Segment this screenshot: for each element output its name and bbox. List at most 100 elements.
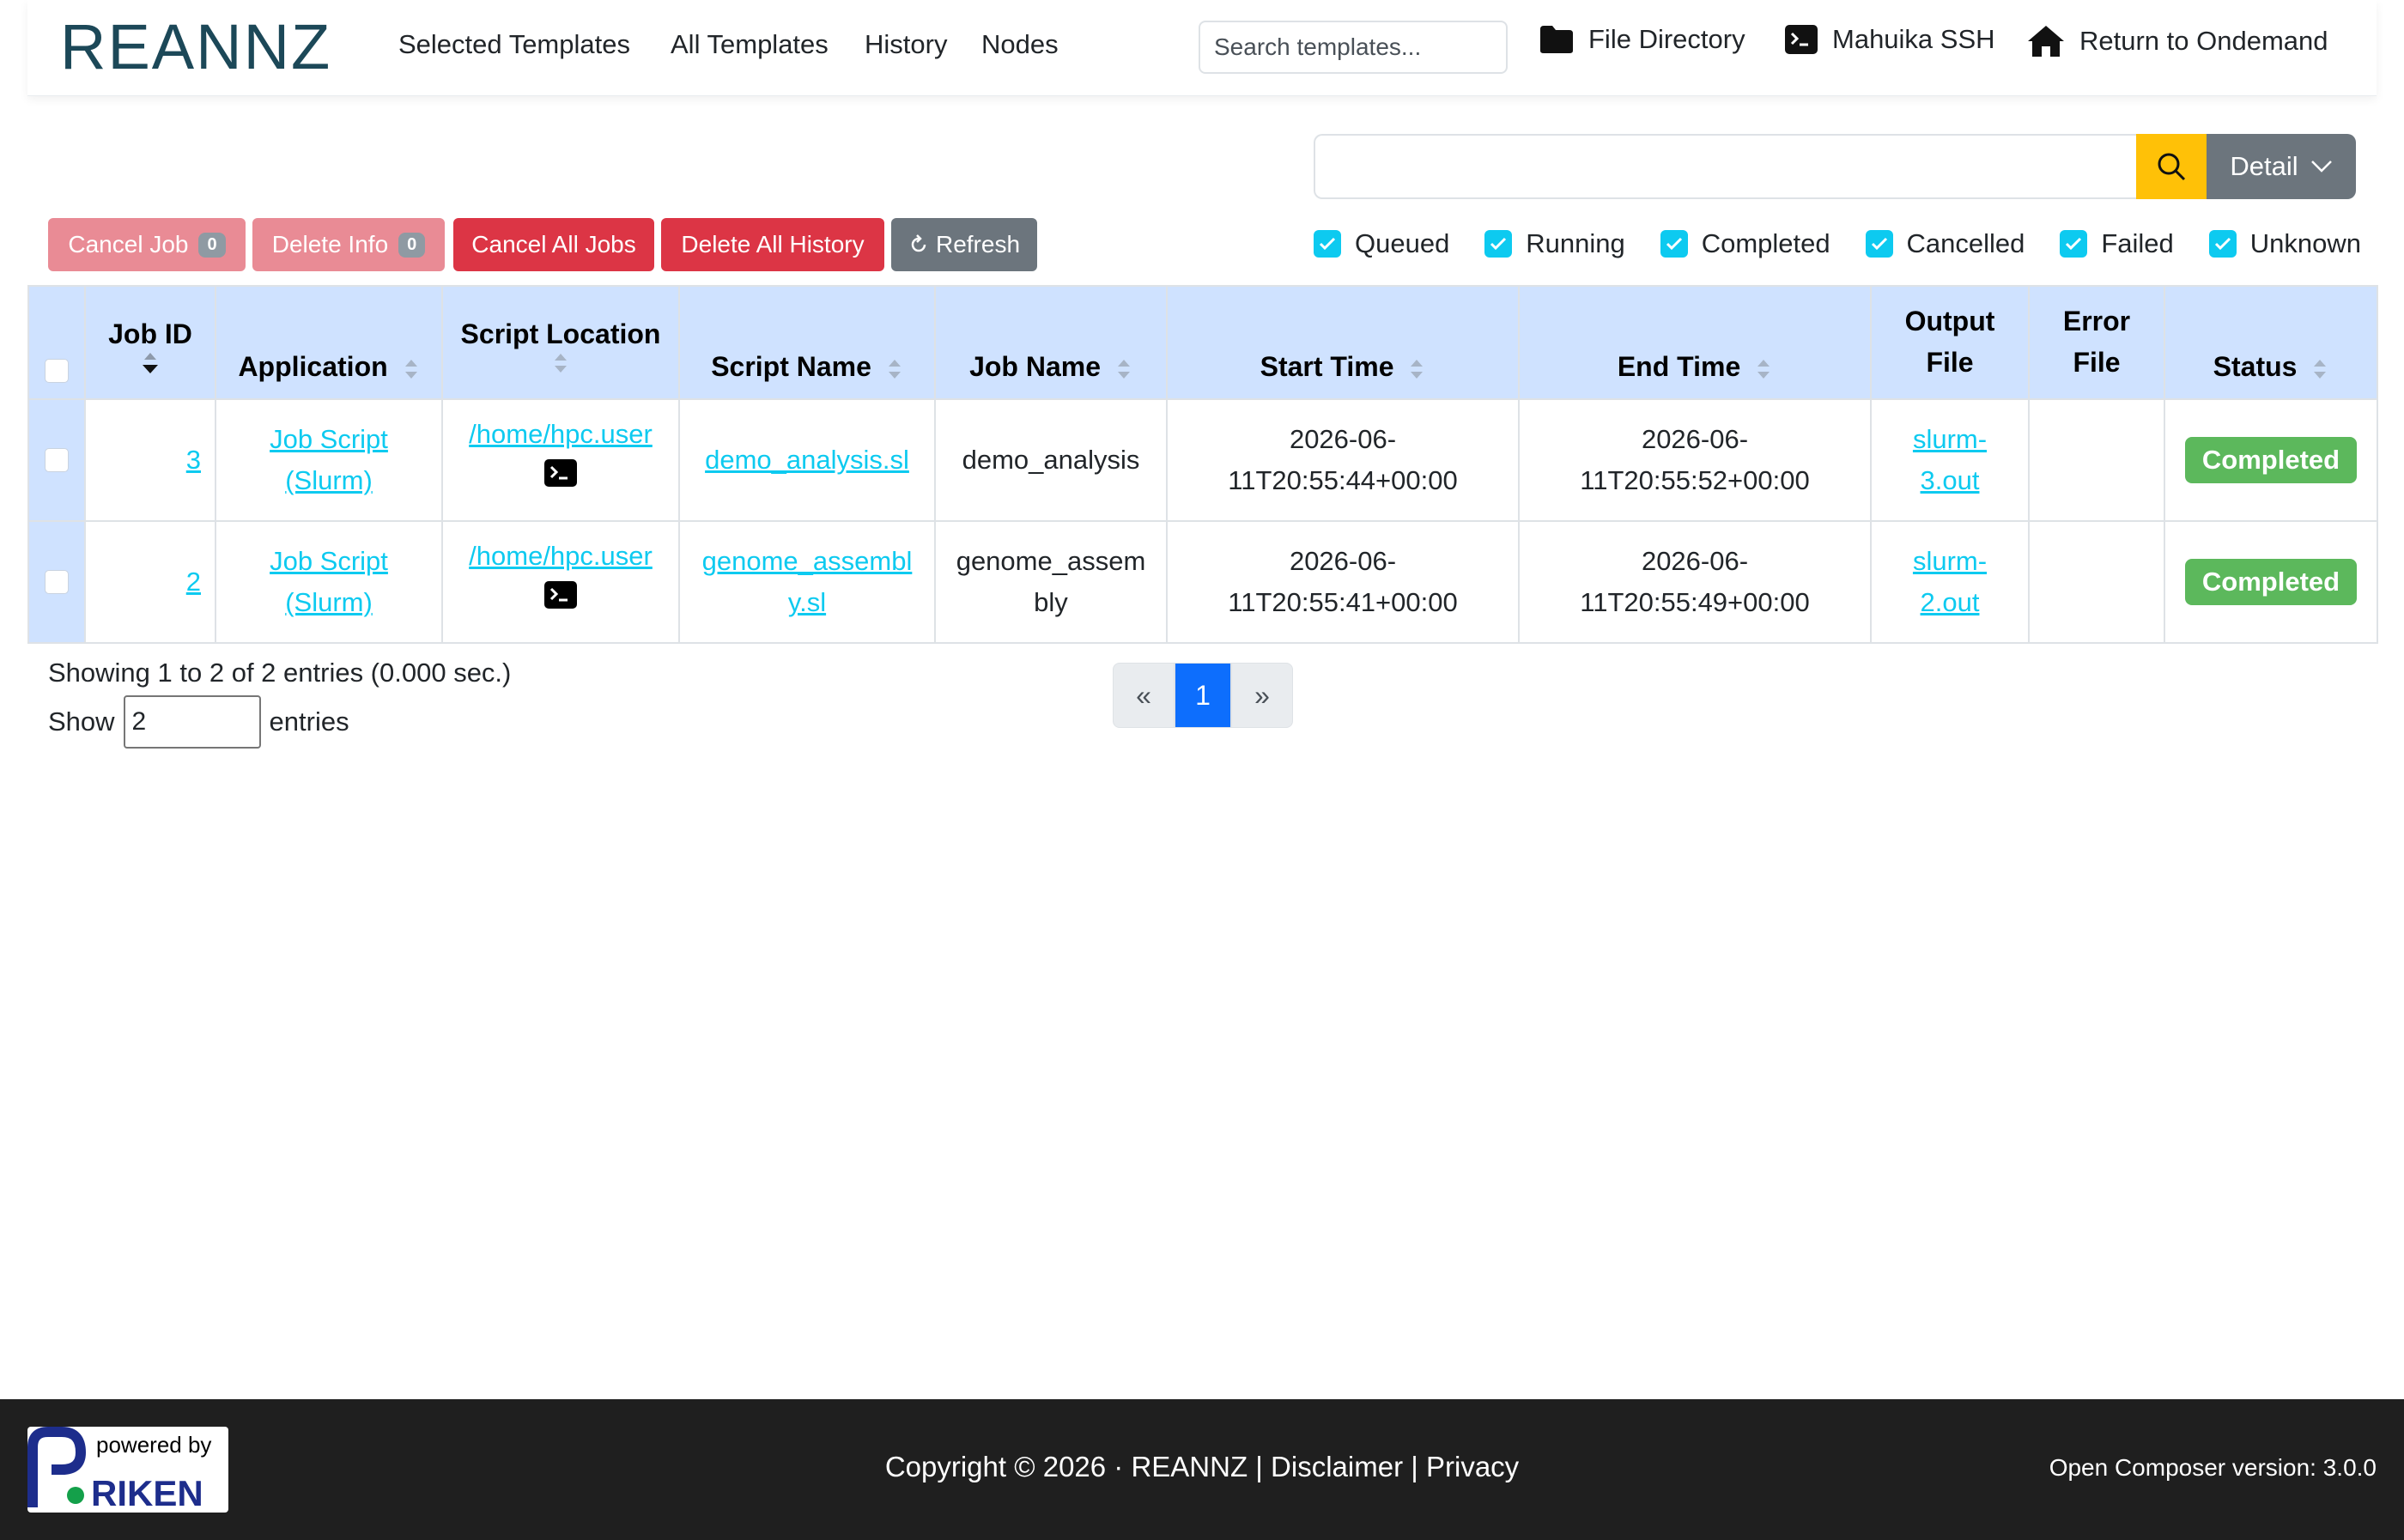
sort-icon <box>1117 359 1130 379</box>
end-time-line1: 2026-06- <box>1641 424 1749 454</box>
cancel-all-jobs-button[interactable]: Cancel All Jobs <box>453 218 654 271</box>
script-name-link[interactable]: demo_analysis.sl <box>705 445 909 475</box>
check-icon <box>1319 237 1336 251</box>
return-ondemand-link[interactable]: Return to Ondemand <box>2026 24 2328 58</box>
end-time-line2: 11T20:55:49+00:00 <box>1580 587 1810 617</box>
check-icon <box>1871 237 1887 251</box>
filter-completed-label: Completed <box>1701 228 1830 258</box>
sort-icon <box>555 354 567 373</box>
check-icon <box>2066 237 2082 251</box>
cancel-job-button[interactable]: Cancel Job 0 <box>48 218 246 271</box>
filter-cancelled[interactable]: Cancelled <box>1865 228 2025 259</box>
header-job-name[interactable]: Job Name <box>934 285 1168 400</box>
refresh-button[interactable]: Refresh <box>891 218 1037 271</box>
delete-info-button[interactable]: Delete Info 0 <box>252 218 445 271</box>
terminal-icon[interactable] <box>543 458 578 488</box>
filter-failed[interactable]: Failed <box>2060 228 2174 259</box>
reannz-logo[interactable]: REANNZ <box>60 15 369 81</box>
output-file-line2: 3.out <box>1920 465 1980 495</box>
copyright-text: Copyright © 2026 · REANNZ | Disclaimer |… <box>0 1451 2404 1483</box>
job-name-line2: bly <box>1034 587 1068 617</box>
header-output-file-line1: Output <box>1904 306 1995 336</box>
cancel-all-jobs-label: Cancel All Jobs <box>471 231 636 258</box>
header-status[interactable]: Status <box>2164 285 2378 400</box>
row-checkbox[interactable] <box>45 448 69 472</box>
privacy-link[interactable]: Privacy <box>1426 1451 1519 1482</box>
start-time-cell: 2026-06- 11T20:55:41+00:00 <box>1166 520 1520 644</box>
delete-all-history-label: Delete All History <box>681 231 865 258</box>
table-row[interactable]: 3 Job Script (Slurm) /home/hpc.user demo_… <box>27 398 2378 522</box>
nav-selected-templates[interactable]: Selected Templates <box>398 29 630 60</box>
file-directory-label: File Directory <box>1588 24 1745 54</box>
sort-icon <box>2314 359 2327 379</box>
filter-queued-label: Queued <box>1355 228 1450 258</box>
sort-icon <box>404 359 417 379</box>
script-location-link[interactable]: /home/hpc.user <box>469 541 653 571</box>
table-row[interactable]: 2 Job Script (Slurm) /home/hpc.user genom… <box>27 520 2378 644</box>
entries-label: entries <box>269 706 349 737</box>
job-name-cell: genome_assem bly <box>934 520 1168 644</box>
detail-label: Detail <box>2230 151 2298 181</box>
header-application[interactable]: Application <box>215 285 443 400</box>
file-directory-link[interactable]: File Directory <box>1539 24 1745 55</box>
disclaimer-link[interactable]: Disclaimer <box>1271 1451 1403 1482</box>
filter-unknown[interactable]: Unknown <box>2208 228 2361 259</box>
checkbox-unknown[interactable] <box>2208 230 2237 258</box>
checkbox-queued[interactable] <box>1314 230 1341 258</box>
end-time-cell: 2026-06- 11T20:55:52+00:00 <box>1518 398 1872 522</box>
page-length-control: Show entries <box>48 695 349 749</box>
application-link[interactable]: Job Script (Slurm) <box>270 424 388 495</box>
filter-running[interactable]: Running <box>1484 228 1625 259</box>
history-filter-input[interactable] <box>1314 134 2138 199</box>
prev-page-button[interactable]: « <box>1113 663 1175 728</box>
ssh-label: Mahuika SSH <box>1832 24 1995 54</box>
terminal-icon[interactable] <box>543 580 578 609</box>
script-name-link[interactable]: genome_assembl y.sl <box>702 546 913 617</box>
header-start-time[interactable]: Start Time <box>1166 285 1520 400</box>
row-select-cell <box>27 520 86 644</box>
cancel-job-label: Cancel Job <box>68 231 189 258</box>
output-file-link[interactable]: slurm- 2.out <box>1913 546 1987 617</box>
application-cell: Job Script (Slurm) <box>215 398 443 522</box>
job-id-link[interactable]: 2 <box>186 567 201 597</box>
next-page-button[interactable]: » <box>1231 663 1293 728</box>
header-script-name-label: Script Name <box>711 351 871 382</box>
select-all-checkbox[interactable] <box>45 359 69 383</box>
filter-queued[interactable]: Queued <box>1314 228 1449 259</box>
svg-text:REANNZ: REANNZ <box>60 15 331 81</box>
separator: | <box>1411 1451 1418 1482</box>
start-time-line2: 11T20:55:41+00:00 <box>1228 587 1458 617</box>
header-job-id-label: Job ID <box>108 318 192 349</box>
output-file-line2: 2.out <box>1920 587 1980 617</box>
nav-all-templates[interactable]: All Templates <box>671 29 829 60</box>
application-link[interactable]: Job Script (Slurm) <box>270 546 388 617</box>
footer: powered by RIKEN Copyright © 2026 · REAN… <box>0 1399 2404 1540</box>
filter-completed[interactable]: Completed <box>1660 228 1830 259</box>
job-id-link[interactable]: 3 <box>186 445 201 475</box>
row-checkbox[interactable] <box>45 570 69 594</box>
nav-nodes[interactable]: Nodes <box>981 29 1059 60</box>
detail-dropdown-button[interactable]: Detail <box>2207 134 2356 199</box>
status-badge: Completed <box>2184 437 2358 483</box>
search-button[interactable] <box>2136 134 2207 199</box>
nav-history[interactable]: History <box>865 29 947 60</box>
delete-all-history-button[interactable]: Delete All History <box>661 218 884 271</box>
check-icon <box>1666 237 1682 251</box>
template-search-input[interactable] <box>1199 21 1508 74</box>
ssh-link[interactable]: Mahuika SSH <box>1784 24 1995 55</box>
checkbox-completed[interactable] <box>1660 230 1688 258</box>
job-id-cell: 3 <box>84 398 216 522</box>
checkbox-failed[interactable] <box>2060 230 2088 258</box>
status-cell: Completed <box>2164 398 2378 522</box>
checkbox-cancelled[interactable] <box>1865 230 1893 258</box>
header-script-location[interactable]: Script Location <box>441 285 680 400</box>
output-file-link[interactable]: slurm- 3.out <box>1913 424 1987 495</box>
checkbox-running[interactable] <box>1484 230 1513 258</box>
header-job-id[interactable]: Job ID <box>84 285 216 400</box>
page-length-input[interactable] <box>123 695 261 749</box>
header-end-time[interactable]: End Time <box>1518 285 1872 400</box>
page-1-button[interactable]: 1 <box>1175 663 1231 728</box>
script-name-line1: genome_assembl <box>701 546 913 576</box>
header-script-name[interactable]: Script Name <box>678 285 936 400</box>
script-location-link[interactable]: /home/hpc.user <box>469 419 653 449</box>
